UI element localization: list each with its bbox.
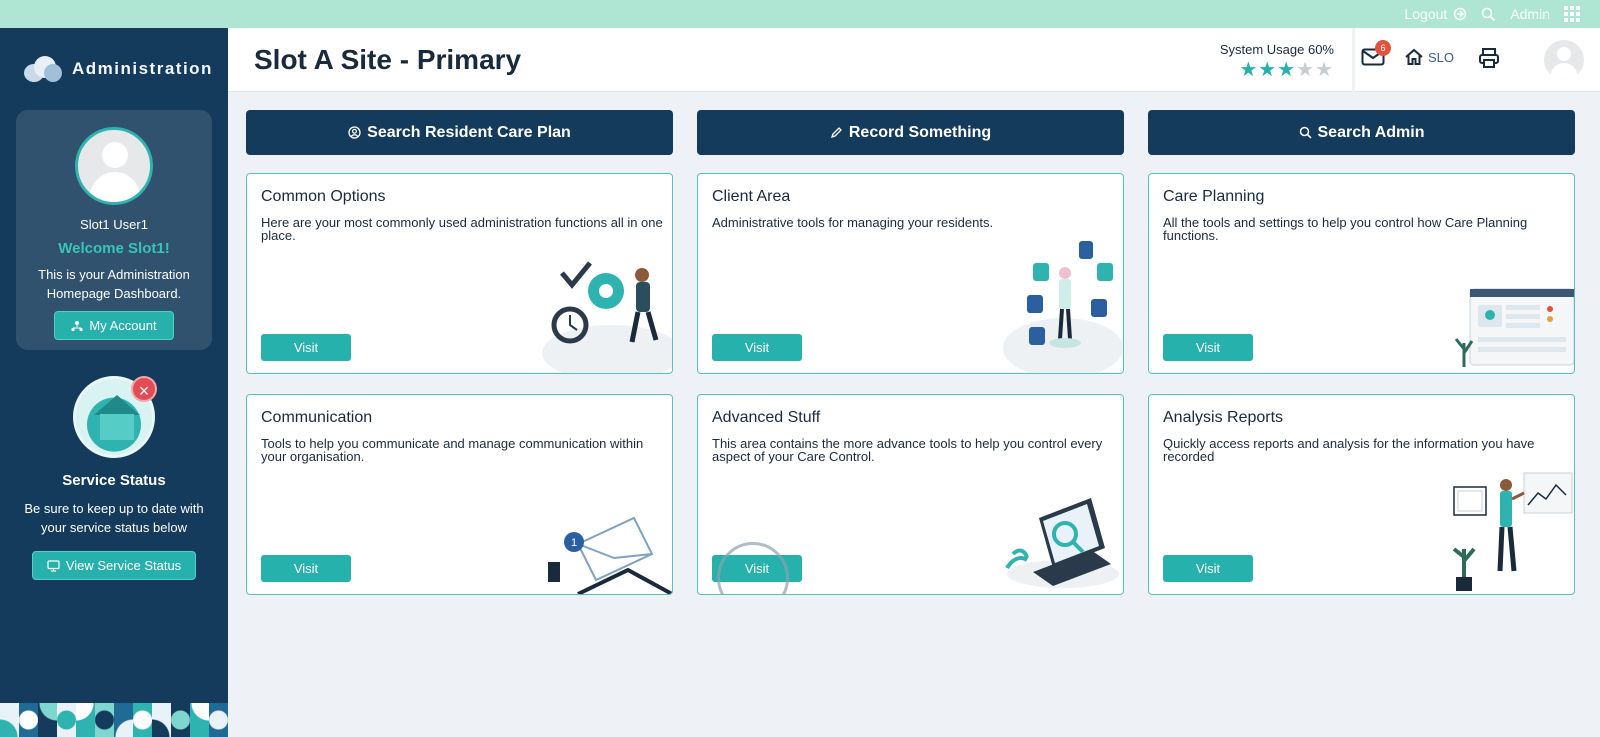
card-description: Here are your most commonly used adminis… <box>261 215 663 243</box>
star-filled-icon: ★ <box>1277 59 1297 81</box>
logout-icon <box>1454 7 1467 21</box>
card-common-options: Common Options Here are your most common… <box>246 173 673 374</box>
card-description: This area contains the more advance tool… <box>712 436 1103 464</box>
search-admin-button[interactable]: Search Admin <box>1148 110 1575 155</box>
user-name: Slot1 User1 <box>80 217 148 232</box>
gears-illustration-icon <box>542 261 672 373</box>
usage-stars: ★★★★★ <box>1212 57 1334 82</box>
search-resident-care-plan-label: Search Resident Care Plan <box>367 123 571 141</box>
cloud-logo-icon <box>24 56 62 82</box>
my-account-label: My Account <box>89 318 157 333</box>
monitor-icon <box>47 559 60 572</box>
home-icon <box>1405 48 1423 65</box>
logout-link[interactable]: Logout <box>1404 6 1467 22</box>
card-advanced-stuff: Advanced Stuff This area contains the mo… <box>697 394 1124 595</box>
card-description: All the tools and settings to help you c… <box>1163 215 1528 243</box>
record-something-button[interactable]: Record Something <box>697 110 1124 155</box>
sidebar: Administration Slot1 User1 Welcome Slot1… <box>0 28 228 737</box>
card-title: Client Area <box>712 188 791 205</box>
star-empty-icon: ★ <box>1296 59 1316 81</box>
home-label: SLO <box>1428 49 1455 65</box>
card-title: Advanced Stuff <box>712 409 821 426</box>
my-account-button[interactable]: My Account <box>54 311 174 340</box>
logout-label: Logout <box>1404 6 1448 22</box>
user-circle-icon <box>348 126 361 139</box>
brand[interactable]: Administration <box>0 28 228 90</box>
card-analysis-reports: Analysis Reports Quickly access reports … <box>1148 394 1575 595</box>
page-header: Slot A Site - Primary System Usage 60% ★… <box>228 28 1600 92</box>
card-title: Care Planning <box>1163 188 1265 205</box>
visit-button[interactable]: Visit <box>712 334 802 361</box>
visit-button[interactable]: Visit <box>1163 334 1253 361</box>
mail-count-badge: 6 <box>1375 40 1391 56</box>
top-strip: Logout Admin <box>0 0 1600 28</box>
close-badge-icon: × <box>131 376 157 402</box>
svg-text:1: 1 <box>571 537 577 549</box>
laptop-search-illustration-icon <box>1005 498 1119 588</box>
card-description: Administrative tools for managing your r… <box>712 215 994 230</box>
reports-illustration-icon <box>1452 472 1573 591</box>
search-admin-label: Search Admin <box>1317 123 1425 141</box>
search-icon <box>1299 126 1312 139</box>
admin-menu[interactable]: Admin <box>1510 6 1550 22</box>
card-title: Communication <box>261 409 373 426</box>
star-filled-icon: ★ <box>1258 59 1278 81</box>
search-icon[interactable] <box>1481 7 1496 22</box>
header-divider <box>1352 28 1355 92</box>
print-icon[interactable] <box>1478 47 1500 69</box>
card-description: Tools to help you communicate and manage… <box>261 436 644 464</box>
visit-button[interactable]: Visit <box>261 555 351 582</box>
click-indicator <box>717 542 789 594</box>
search-resident-care-plan-button[interactable]: Search Resident Care Plan <box>246 110 673 155</box>
visit-button[interactable]: Visit <box>261 334 351 361</box>
card-title: Common Options <box>261 188 386 205</box>
profile-description: This is your Administration Homepage Das… <box>38 267 190 301</box>
card-title: Analysis Reports <box>1163 409 1284 426</box>
star-filled-icon: ★ <box>1239 59 1259 81</box>
service-status-description: Be sure to keep up to date with your ser… <box>24 501 204 535</box>
card-description: Quickly access reports and analysis for … <box>1163 436 1535 464</box>
pencil-icon <box>830 127 842 139</box>
account-tree-icon <box>71 320 83 331</box>
decorative-pattern <box>0 703 228 737</box>
envelope-illustration-icon: 1 <box>548 516 672 594</box>
welcome-text: Welcome Slot1! <box>58 240 170 257</box>
visit-button[interactable]: Visit <box>1163 555 1253 582</box>
star-empty-icon: ★ <box>1315 59 1334 81</box>
apps-grid-icon[interactable] <box>1564 6 1580 22</box>
view-service-status-button[interactable]: View Service Status <box>31 551 197 580</box>
card-communication: Communication Tools to help you communic… <box>246 394 673 595</box>
care-plan-illustration-icon <box>1454 288 1574 367</box>
user-avatar[interactable] <box>1544 40 1584 80</box>
card-client-area: Client Area Administrative tools for man… <box>697 173 1124 374</box>
card-care-planning: Care Planning All the tools and settings… <box>1148 173 1575 374</box>
client-tools-illustration-icon <box>1003 241 1123 373</box>
home-button[interactable]: SLO <box>1404 48 1454 66</box>
page-title: Slot A Site - Primary <box>254 44 522 75</box>
record-something-label: Record Something <box>848 123 992 141</box>
system-usage-label: System Usage 60% <box>1219 42 1334 57</box>
system-usage: System Usage 60% ★★★★★ <box>1212 42 1334 82</box>
view-service-status-label: View Service Status <box>65 558 182 573</box>
avatar <box>75 127 153 205</box>
service-status-title: Service Status <box>62 472 166 489</box>
profile-card: Slot1 User1 Welcome Slot1! This is your … <box>16 110 212 350</box>
brand-title: Administration <box>72 59 213 78</box>
service-status-panel: × Service Status Be sure to keep up to d… <box>0 376 228 580</box>
